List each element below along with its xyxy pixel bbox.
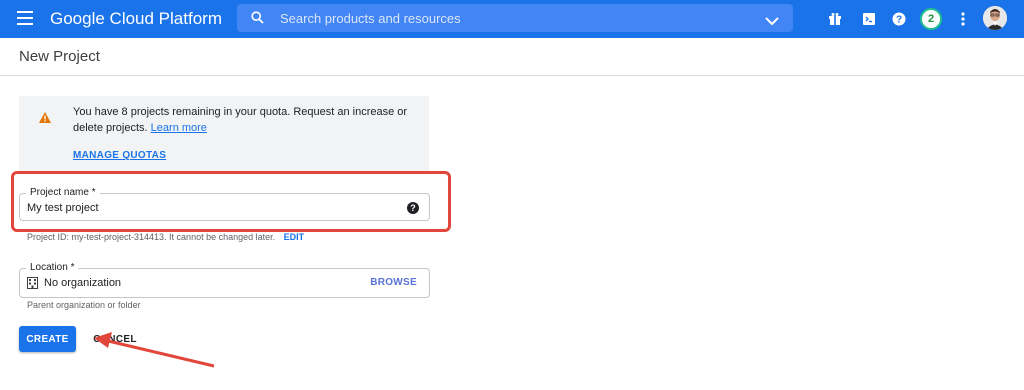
more-vert-icon[interactable]: [954, 10, 972, 28]
svg-text:?: ?: [896, 15, 902, 26]
search-bar[interactable]: [237, 4, 793, 32]
quota-notice: You have 8 projects remaining in your qu…: [19, 96, 429, 172]
top-bar: Google Cloud Platform ? 2: [0, 0, 1024, 38]
location-value: No organization: [44, 277, 122, 289]
annotation-highlight-box: [11, 171, 451, 232]
learn-more-link[interactable]: Learn more: [151, 122, 207, 134]
avatar[interactable]: [983, 6, 1007, 30]
notice-text: You have 8 projects remaining in your qu…: [73, 104, 413, 136]
location-label: Location *: [26, 262, 79, 273]
brand-title[interactable]: Google Cloud Platform: [50, 9, 222, 29]
project-id-value: Project ID: my-test-project-314413. It c…: [27, 232, 276, 242]
hamburger-icon[interactable]: [17, 11, 33, 25]
notice-message: You have 8 projects remaining in your qu…: [73, 106, 408, 134]
notification-badge[interactable]: 2: [920, 8, 942, 30]
manage-quotas-link[interactable]: MANAGE QUOTAS: [73, 150, 166, 161]
location-hint: Parent organization or folder: [27, 300, 141, 310]
cloud-shell-icon[interactable]: [860, 10, 878, 28]
building-icon: [27, 276, 38, 294]
warning-icon: [39, 110, 51, 128]
search-input[interactable]: [280, 8, 750, 28]
project-id-text: Project ID: my-test-project-314413. It c…: [27, 232, 304, 242]
create-button[interactable]: CREATE: [19, 326, 76, 352]
gift-icon[interactable]: [826, 10, 844, 28]
chevron-down-icon[interactable]: [765, 13, 779, 31]
location-field[interactable]: Location * No organization BROWSE: [19, 262, 430, 298]
page-title: New Project: [19, 48, 100, 65]
divider: [0, 75, 1024, 76]
edit-project-id-link[interactable]: EDIT: [284, 232, 305, 242]
help-icon[interactable]: ?: [890, 10, 908, 28]
browse-button[interactable]: BROWSE: [370, 277, 417, 288]
annotation-arrow-icon: [94, 332, 215, 368]
search-icon: [251, 11, 264, 29]
